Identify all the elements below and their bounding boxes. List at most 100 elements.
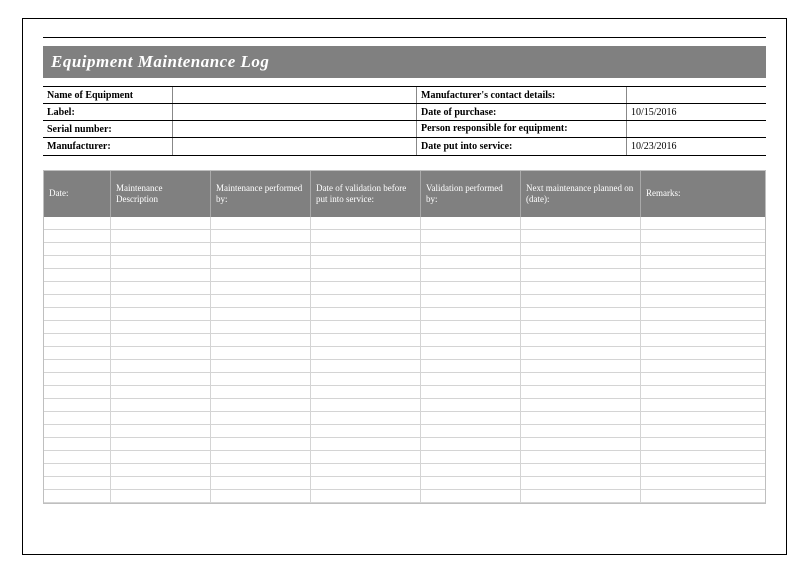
table-cell[interactable] <box>641 243 765 255</box>
table-cell[interactable] <box>44 347 111 359</box>
table-cell[interactable] <box>111 243 211 255</box>
table-cell[interactable] <box>421 282 521 294</box>
table-cell[interactable] <box>311 282 421 294</box>
table-cell[interactable] <box>311 243 421 255</box>
table-cell[interactable] <box>311 412 421 424</box>
table-cell[interactable] <box>311 373 421 385</box>
table-cell[interactable] <box>521 360 641 372</box>
table-cell[interactable] <box>521 321 641 333</box>
table-cell[interactable] <box>641 477 765 489</box>
table-cell[interactable] <box>521 230 641 242</box>
table-cell[interactable] <box>311 438 421 450</box>
value-manufacturer-contact[interactable] <box>627 87 766 103</box>
table-cell[interactable] <box>421 321 521 333</box>
table-cell[interactable] <box>211 373 311 385</box>
table-cell[interactable] <box>311 360 421 372</box>
value-manufacturer[interactable] <box>173 138 417 155</box>
table-cell[interactable] <box>111 490 211 502</box>
table-cell[interactable] <box>641 451 765 463</box>
table-cell[interactable] <box>111 295 211 307</box>
table-cell[interactable] <box>641 425 765 437</box>
table-cell[interactable] <box>311 399 421 411</box>
table-cell[interactable] <box>421 308 521 320</box>
table-cell[interactable] <box>211 451 311 463</box>
table-cell[interactable] <box>521 347 641 359</box>
table-cell[interactable] <box>641 347 765 359</box>
table-cell[interactable] <box>44 230 111 242</box>
value-date-of-purchase[interactable]: 10/15/2016 <box>627 104 766 120</box>
table-cell[interactable] <box>421 230 521 242</box>
table-cell[interactable] <box>211 295 311 307</box>
table-cell[interactable] <box>211 269 311 281</box>
table-cell[interactable] <box>641 386 765 398</box>
table-cell[interactable] <box>311 334 421 346</box>
table-cell[interactable] <box>421 412 521 424</box>
table-cell[interactable] <box>421 243 521 255</box>
table-cell[interactable] <box>641 334 765 346</box>
table-cell[interactable] <box>44 477 111 489</box>
table-cell[interactable] <box>111 399 211 411</box>
table-cell[interactable] <box>641 295 765 307</box>
table-cell[interactable] <box>111 269 211 281</box>
table-cell[interactable] <box>521 217 641 229</box>
table-cell[interactable] <box>421 347 521 359</box>
table-cell[interactable] <box>211 243 311 255</box>
table-cell[interactable] <box>641 373 765 385</box>
table-cell[interactable] <box>641 321 765 333</box>
table-cell[interactable] <box>641 438 765 450</box>
table-cell[interactable] <box>641 399 765 411</box>
table-cell[interactable] <box>311 464 421 476</box>
table-cell[interactable] <box>641 230 765 242</box>
table-cell[interactable] <box>641 308 765 320</box>
table-cell[interactable] <box>421 256 521 268</box>
table-cell[interactable] <box>311 308 421 320</box>
table-cell[interactable] <box>44 217 111 229</box>
table-cell[interactable] <box>44 269 111 281</box>
table-cell[interactable] <box>521 425 641 437</box>
table-cell[interactable] <box>44 321 111 333</box>
table-cell[interactable] <box>44 295 111 307</box>
table-cell[interactable] <box>421 373 521 385</box>
table-cell[interactable] <box>44 425 111 437</box>
table-cell[interactable] <box>311 425 421 437</box>
table-cell[interactable] <box>521 438 641 450</box>
table-cell[interactable] <box>44 451 111 463</box>
table-cell[interactable] <box>211 477 311 489</box>
table-cell[interactable] <box>521 386 641 398</box>
table-cell[interactable] <box>111 412 211 424</box>
table-cell[interactable] <box>421 464 521 476</box>
table-cell[interactable] <box>521 308 641 320</box>
value-label[interactable] <box>173 104 417 120</box>
table-cell[interactable] <box>111 347 211 359</box>
table-cell[interactable] <box>521 282 641 294</box>
table-cell[interactable] <box>421 360 521 372</box>
table-cell[interactable] <box>211 386 311 398</box>
table-cell[interactable] <box>211 464 311 476</box>
table-cell[interactable] <box>211 256 311 268</box>
table-cell[interactable] <box>421 217 521 229</box>
table-cell[interactable] <box>44 438 111 450</box>
table-cell[interactable] <box>211 412 311 424</box>
table-cell[interactable] <box>311 217 421 229</box>
table-cell[interactable] <box>211 490 311 502</box>
table-cell[interactable] <box>641 256 765 268</box>
table-cell[interactable] <box>44 334 111 346</box>
table-cell[interactable] <box>111 256 211 268</box>
table-cell[interactable] <box>211 425 311 437</box>
table-cell[interactable] <box>111 438 211 450</box>
table-cell[interactable] <box>641 464 765 476</box>
table-cell[interactable] <box>421 425 521 437</box>
table-cell[interactable] <box>641 360 765 372</box>
table-cell[interactable] <box>211 321 311 333</box>
table-cell[interactable] <box>211 230 311 242</box>
table-cell[interactable] <box>521 477 641 489</box>
table-cell[interactable] <box>111 464 211 476</box>
table-cell[interactable] <box>111 334 211 346</box>
table-cell[interactable] <box>211 347 311 359</box>
table-cell[interactable] <box>311 347 421 359</box>
table-cell[interactable] <box>311 386 421 398</box>
table-cell[interactable] <box>521 243 641 255</box>
table-cell[interactable] <box>311 269 421 281</box>
table-cell[interactable] <box>521 464 641 476</box>
table-cell[interactable] <box>641 269 765 281</box>
